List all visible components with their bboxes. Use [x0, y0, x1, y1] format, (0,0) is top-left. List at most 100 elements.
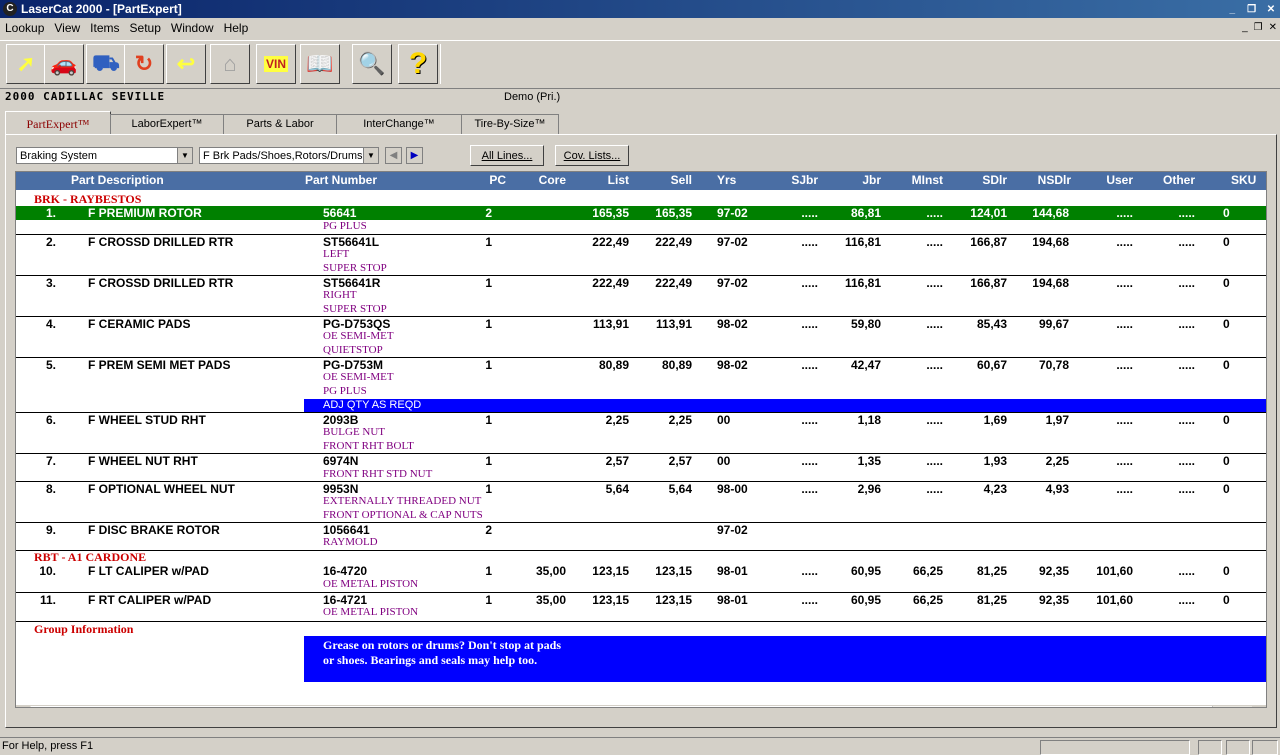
cell-nsdlr: 144,68: [1032, 206, 1069, 220]
cell-sku: 0: [1223, 454, 1230, 468]
cov-lists-button[interactable]: Cov. Lists...: [555, 145, 629, 166]
menu-help[interactable]: Help: [219, 19, 254, 37]
col-user-header[interactable]: User: [1086, 173, 1133, 187]
cell-other: .....: [1178, 592, 1195, 607]
part-note: RIGHT: [323, 289, 357, 302]
table-row[interactable]: 10. F LT CALIPER w/PAD 16-4720 1 35,00 123,15…: [16, 564, 1266, 591]
part-description: F PREM SEMI MET PADS: [88, 357, 231, 372]
menu-setup[interactable]: Setup: [125, 19, 166, 37]
cell-other: .....: [1178, 564, 1195, 579]
cell-list: 222,49: [592, 234, 629, 249]
table-row[interactable]: 9. F DISC BRAKE ROTOR 1056641 2 97-02 RAYMOLD: [16, 521, 1266, 550]
minimize-icon[interactable]: _: [1225, 3, 1239, 17]
cell-sell: 222,49: [655, 275, 692, 290]
home-button[interactable]: ⌂: [210, 44, 250, 84]
cell-part: 56641: [323, 206, 357, 220]
col-yrs-header[interactable]: Yrs: [717, 173, 757, 187]
cell-sdlr: 124,01: [970, 206, 1007, 220]
table-row[interactable]: 2. F CROSSD DRILLED RTR ST56641L 1 222,49 222…: [16, 233, 1266, 276]
tab-laborexpert[interactable]: LaborExpert™: [110, 114, 224, 134]
col-part-description-header[interactable]: Part Description: [71, 173, 221, 187]
cell-user: .....: [1116, 234, 1133, 249]
mdi-minimize-icon[interactable]: _: [1239, 22, 1251, 33]
cell-nsdlr: 1,97: [1045, 412, 1069, 427]
chevron-down-icon[interactable]: ▼: [363, 148, 378, 163]
cell-part: ST56641L: [323, 234, 380, 249]
catalog-button[interactable]: 📖: [300, 44, 340, 84]
col-sku-header[interactable]: SKU: [1231, 173, 1261, 187]
menu-bar: Lookup View Items Setup Window Help _ ❐ ✕: [0, 19, 1280, 37]
table-row[interactable]: 6. F WHEEL STUD RHT 2093B 1 2,25 2,25 00..... 1…: [16, 411, 1266, 454]
group-select-value: F Brk Pads/Shoes,Rotors/Drums: [203, 150, 363, 162]
col-pc-header[interactable]: PC: [466, 173, 506, 187]
tab-partexpert[interactable]: PartExpert™: [5, 111, 111, 135]
cell-sku: 0: [1223, 206, 1230, 220]
scroll-right-icon[interactable]: ▶: [1252, 706, 1266, 707]
cell-nsdlr: 4,93: [1045, 481, 1069, 496]
col-minst-header[interactable]: MInst: [896, 173, 943, 187]
chevron-down-icon[interactable]: ▼: [177, 148, 192, 163]
menu-view[interactable]: View: [49, 19, 85, 37]
scroll-left-icon[interactable]: ◀: [16, 706, 30, 707]
status-bar: For Help, press F1: [0, 737, 1280, 755]
pickup-button[interactable]: ⛟: [86, 44, 126, 84]
app-icon[interactable]: C: [3, 2, 17, 16]
menu-window[interactable]: Window: [166, 19, 219, 37]
mdi-restore-icon[interactable]: ❐: [1251, 22, 1266, 33]
col-jbr-header[interactable]: Jbr: [831, 173, 881, 187]
table-row[interactable]: 5. F PREM SEMI MET PADS PG-D753M 1 80,89 80,8…: [16, 356, 1266, 413]
next-group-button[interactable]: ▶: [406, 147, 423, 164]
prev-group-button[interactable]: ◀: [385, 147, 402, 164]
col-sell-header[interactable]: Sell: [631, 173, 692, 187]
table-row[interactable]: 1. F PREMIUM ROTOR 56641 2 165,35 165,35 97-02…: [16, 206, 1266, 233]
col-part-number-header[interactable]: Part Number: [305, 173, 405, 187]
vin-button[interactable]: VIN: [256, 44, 296, 84]
tab-interchange[interactable]: InterChange™: [336, 114, 462, 134]
vehicle-button[interactable]: 🚗: [44, 44, 84, 84]
menu-lookup[interactable]: Lookup: [0, 19, 49, 37]
cell-user: 101,60: [1096, 592, 1133, 607]
col-nsdlr-header[interactable]: NSDlr: [1016, 173, 1071, 187]
scroll-thumb[interactable]: |||: [31, 706, 1213, 707]
row-main-line: 5. F PREM SEMI MET PADS PG-D753M 1 80,89 80,8…: [16, 358, 1266, 372]
group-select[interactable]: F Brk Pads/Shoes,Rotors/Drums ▼: [199, 147, 379, 164]
table-row[interactable]: 11. F RT CALIPER w/PAD 16-4721 1 35,00 123,15…: [16, 591, 1266, 620]
cell-minst: .....: [926, 454, 943, 468]
col-other-header[interactable]: Other: [1146, 173, 1195, 187]
tab-tire-by-size[interactable]: Tire-By-Size™: [461, 114, 559, 134]
grid-header: Part Description Part Number PC Core List Sel…: [16, 172, 1266, 190]
all-lines-button[interactable]: All Lines...: [470, 145, 544, 166]
col-list-header[interactable]: List: [571, 173, 629, 187]
system-select[interactable]: Braking System ▼: [16, 147, 193, 164]
cell-other: .....: [1178, 481, 1195, 496]
lookup-button[interactable]: ➚: [6, 44, 46, 84]
cell-list: 2,25: [605, 412, 629, 427]
row-main-line: 11. F RT CALIPER w/PAD 16-4721 1 35,00 123,15…: [16, 593, 1266, 607]
restore-icon[interactable]: ❐: [1245, 3, 1259, 17]
tab-parts-labor[interactable]: Parts & Labor: [223, 114, 337, 134]
menu-items[interactable]: Items: [85, 19, 124, 37]
parts-grid[interactable]: Part Description Part Number PC Core List Sel…: [15, 171, 1267, 708]
table-row[interactable]: 3. F CROSSD DRILLED RTR ST56641R 1 222,49 222…: [16, 274, 1266, 317]
horizontal-scrollbar[interactable]: ◀||| ▶: [16, 705, 1266, 707]
return-button[interactable]: ↩: [166, 44, 206, 84]
table-row[interactable]: 8. F OPTIONAL WHEEL NUT 9953N 1 5,64 5,64 98-0…: [16, 480, 1266, 523]
col-sdlr-header[interactable]: SDlr: [961, 173, 1007, 187]
col-sjbr-header[interactable]: SJbr: [776, 173, 818, 187]
col-core-header[interactable]: Core: [506, 173, 566, 187]
row-main-line: 8. F OPTIONAL WHEEL NUT 9953N 1 5,64 5,64 98-0…: [16, 482, 1266, 496]
cell-pc: 1: [485, 454, 492, 468]
help-button[interactable]: ?: [398, 44, 438, 84]
close-icon[interactable]: ✕: [1264, 3, 1278, 17]
cell-minst: .....: [926, 275, 943, 290]
table-row[interactable]: 4. F CERAMIC PADS PG-D753QS 1 113,91 113,91 98…: [16, 315, 1266, 358]
search-button[interactable]: 🔍: [352, 44, 392, 84]
cell-sdlr: 166,87: [970, 234, 1007, 249]
cell-yrs: 98-01: [717, 564, 748, 579]
refresh-button[interactable]: ↻: [124, 44, 164, 84]
mdi-close-icon[interactable]: ✕: [1266, 22, 1280, 33]
cell-user: .....: [1116, 357, 1133, 372]
table-row[interactable]: 7. F WHEEL NUT RHT 6974N 1 2,57 2,57 00..... 1,…: [16, 453, 1266, 481]
toolbar: ➚ 🚗 ⛟ ↻ ↩ ⌂ VIN 📖 🔍?: [0, 40, 1280, 89]
cell-sell: 165,35: [655, 206, 692, 220]
